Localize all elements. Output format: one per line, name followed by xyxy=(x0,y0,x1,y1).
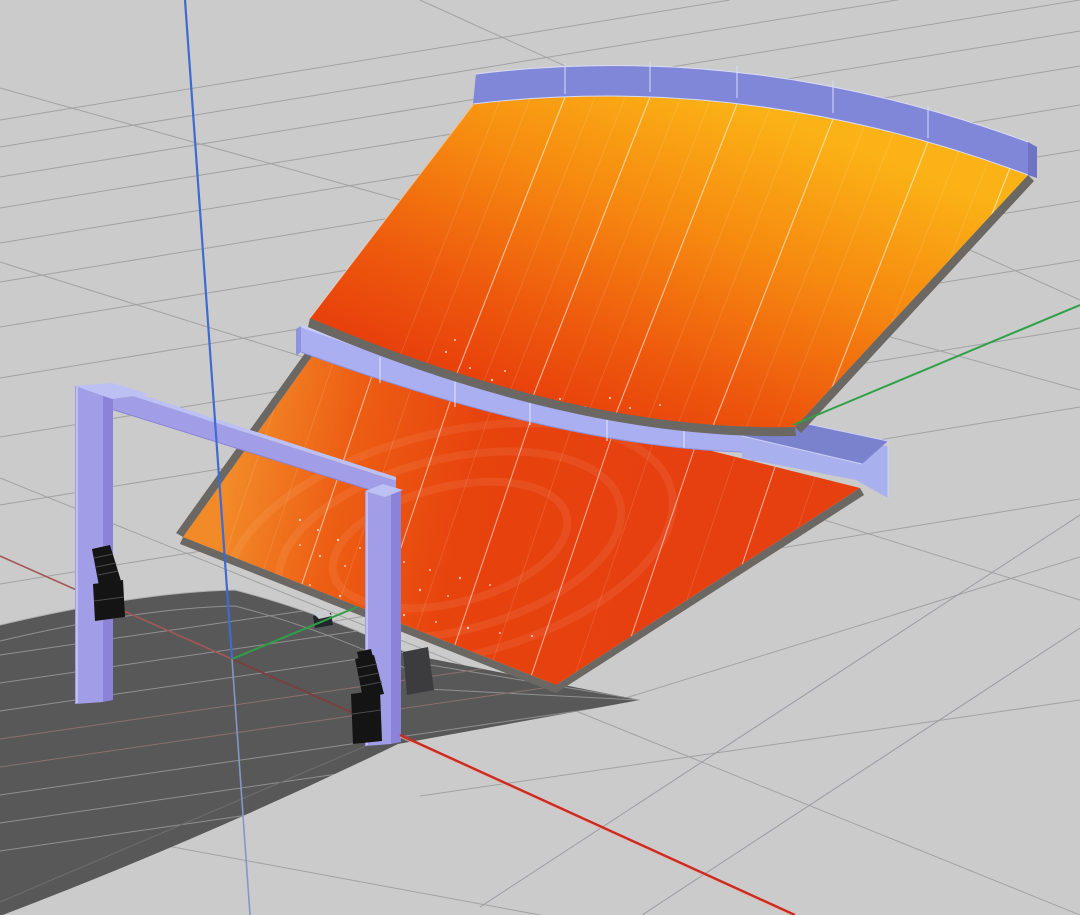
left-post[interactable] xyxy=(75,386,103,704)
left-post-side xyxy=(103,384,113,702)
viewport-3d[interactable] xyxy=(0,0,1080,915)
right-post-side xyxy=(391,489,401,744)
sub-box-right[interactable] xyxy=(351,690,382,744)
edge-beam-end-cap xyxy=(296,326,301,356)
viewport-canvas[interactable] xyxy=(0,0,1080,915)
fascia-band-side xyxy=(1028,142,1037,178)
